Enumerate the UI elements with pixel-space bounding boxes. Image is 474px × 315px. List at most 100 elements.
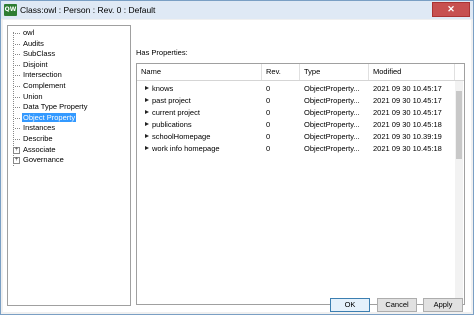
property-name: past project — [152, 96, 191, 105]
tree-item-object-property[interactable]: Object Property — [15, 112, 77, 123]
tree-item-subclass[interactable]: SubClass — [15, 49, 56, 59]
cell-name: schoolHomepage — [145, 131, 262, 143]
object-property-arrow-icon — [145, 134, 149, 138]
cancel-button[interactable]: Cancel — [377, 298, 417, 312]
tree-item-label: Audits — [23, 38, 44, 48]
tree-item-label: Union — [23, 91, 43, 101]
cell-modified: 2021 09 30 10.45:18 — [373, 120, 442, 129]
tree-item-describe[interactable]: Describe — [15, 134, 54, 144]
tree-branch-line — [15, 43, 20, 45]
cell-modified: 2021 09 30 10.45:17 — [373, 108, 442, 117]
category-tree[interactable]: owl Audits SubClass Disjoint Intersection Com… — [7, 25, 131, 306]
tree-branch-line — [15, 64, 20, 66]
object-property-arrow-icon — [145, 122, 149, 126]
tree-item-intersection[interactable]: Intersection — [15, 70, 63, 80]
property-name: publications — [152, 120, 192, 129]
tree-item-owl[interactable]: owl — [15, 28, 35, 38]
properties-table[interactable]: Name Rev. Type Modified knows 0 ObjectProp… — [136, 63, 465, 305]
column-header-rev[interactable]: Rev. — [262, 64, 300, 80]
tree-item-label: Describe — [23, 134, 53, 143]
tree-item-label: Disjoint — [23, 59, 48, 69]
cell-rev: 0 — [266, 96, 271, 105]
tree-branch-line — [15, 139, 20, 140]
table-row[interactable]: work info homepage 0 ObjectProperty... 2021… — [137, 143, 455, 155]
property-name: work info homepage — [152, 144, 220, 153]
cell-modified: 2021 09 30 10.39:19 — [373, 132, 442, 141]
table-row[interactable]: past project 0 ObjectProperty... 2021 09 30… — [137, 95, 455, 107]
tree-branch-line — [15, 54, 20, 56]
cell-rev: 0 — [266, 144, 271, 153]
tree-item-label: SubClass — [23, 49, 56, 59]
tree-item-audits[interactable]: Audits — [15, 38, 45, 49]
property-name: current project — [152, 108, 200, 117]
tree-item-complement[interactable]: Complement — [15, 81, 67, 91]
cell-rev: 0 — [266, 108, 271, 117]
object-property-arrow-icon — [145, 110, 149, 114]
window-title: Class:owl : Person : Rev. 0 : Default — [20, 5, 156, 15]
tree-item-governance[interactable]: + Governance — [13, 155, 65, 165]
close-button[interactable]: ✕ — [432, 2, 470, 17]
cell-rev: 0 — [266, 120, 271, 129]
property-name: schoolHomepage — [152, 132, 211, 141]
cell-name: publications — [145, 119, 262, 131]
ok-button[interactable]: OK — [330, 298, 370, 312]
tree-branch-line — [15, 96, 20, 98]
cell-type: ObjectProperty... — [304, 96, 360, 105]
tree-item-disjoint[interactable]: Disjoint — [15, 59, 49, 70]
expand-icon[interactable]: + — [13, 146, 20, 154]
table-row[interactable]: current project 0 ObjectProperty... 2021 09… — [137, 107, 455, 119]
tree-item-associate[interactable]: + Associate — [13, 144, 57, 155]
tree-branch-line — [15, 75, 20, 77]
cell-name: work info homepage — [145, 143, 262, 155]
tree-branch-line — [15, 128, 20, 130]
table-row[interactable]: schoolHomepage 0 ObjectProperty... 2021 09 … — [137, 131, 455, 143]
cell-name: knows — [145, 83, 262, 95]
tree-item-label: Instances — [23, 123, 56, 133]
expand-icon[interactable]: + — [13, 157, 20, 165]
cell-modified: 2021 09 30 10.45:17 — [373, 96, 442, 105]
tree-item-label: Intersection — [23, 70, 62, 80]
column-header-name[interactable]: Name — [137, 64, 262, 80]
tree-branch-line — [15, 117, 20, 119]
property-name: knows — [152, 84, 174, 93]
cell-name: current project — [145, 107, 262, 119]
object-property-arrow-icon — [145, 98, 149, 102]
tree-branch-line — [15, 86, 20, 87]
tree-item-label: Data Type Property — [23, 102, 88, 112]
cell-rev: 0 — [266, 132, 271, 141]
cell-type: ObjectProperty... — [304, 132, 360, 141]
app-icon: QW — [4, 4, 17, 16]
tree-branch-line — [15, 33, 20, 34]
tree-item-label: Complement — [23, 81, 66, 90]
cell-type: ObjectProperty... — [304, 84, 360, 93]
column-header-modified[interactable]: Modified — [369, 64, 455, 80]
apply-button[interactable]: Apply — [423, 298, 463, 312]
tree-item-instances[interactable]: Instances — [15, 123, 56, 133]
tree-item-label: Object Property — [22, 112, 77, 122]
cell-type: ObjectProperty... — [304, 120, 360, 129]
tree-branch-line — [15, 107, 20, 109]
vertical-scrollbar[interactable] — [455, 81, 463, 303]
table-row[interactable]: knows 0 ObjectProperty... 2021 09 30 10.45:… — [137, 83, 455, 95]
cell-name: past project — [145, 95, 262, 107]
dialog-content: owl Audits SubClass Disjoint Intersection Com… — [3, 20, 471, 312]
scrollbar-thumb[interactable] — [456, 91, 462, 159]
tree-item-data-type-property[interactable]: Data Type Property — [15, 102, 88, 112]
tree-item-label: Associate — [23, 144, 56, 154]
properties-dialog: QW Class:owl : Person : Rev. 0 : Default… — [0, 0, 474, 315]
cell-rev: 0 — [266, 84, 271, 93]
object-property-arrow-icon — [145, 146, 149, 150]
cell-modified: 2021 09 30 10.45:17 — [373, 84, 442, 93]
object-property-arrow-icon — [145, 86, 149, 90]
column-header-type[interactable]: Type — [300, 64, 369, 80]
table-row[interactable]: publications 0 ObjectProperty... 2021 09 30… — [137, 119, 455, 131]
has-properties-label: Has Properties: — [136, 48, 188, 57]
tree-item-union[interactable]: Union — [15, 91, 44, 102]
title-bar[interactable]: QW Class:owl : Person : Rev. 0 : Default… — [1, 1, 473, 19]
table-header: Name Rev. Type Modified — [137, 64, 464, 81]
cell-modified: 2021 09 30 10.45:18 — [373, 144, 442, 153]
tree-item-label: owl — [23, 28, 35, 37]
cell-type: ObjectProperty... — [304, 144, 360, 153]
tree-item-label: Governance — [23, 155, 64, 165]
cell-type: ObjectProperty... — [304, 108, 360, 117]
